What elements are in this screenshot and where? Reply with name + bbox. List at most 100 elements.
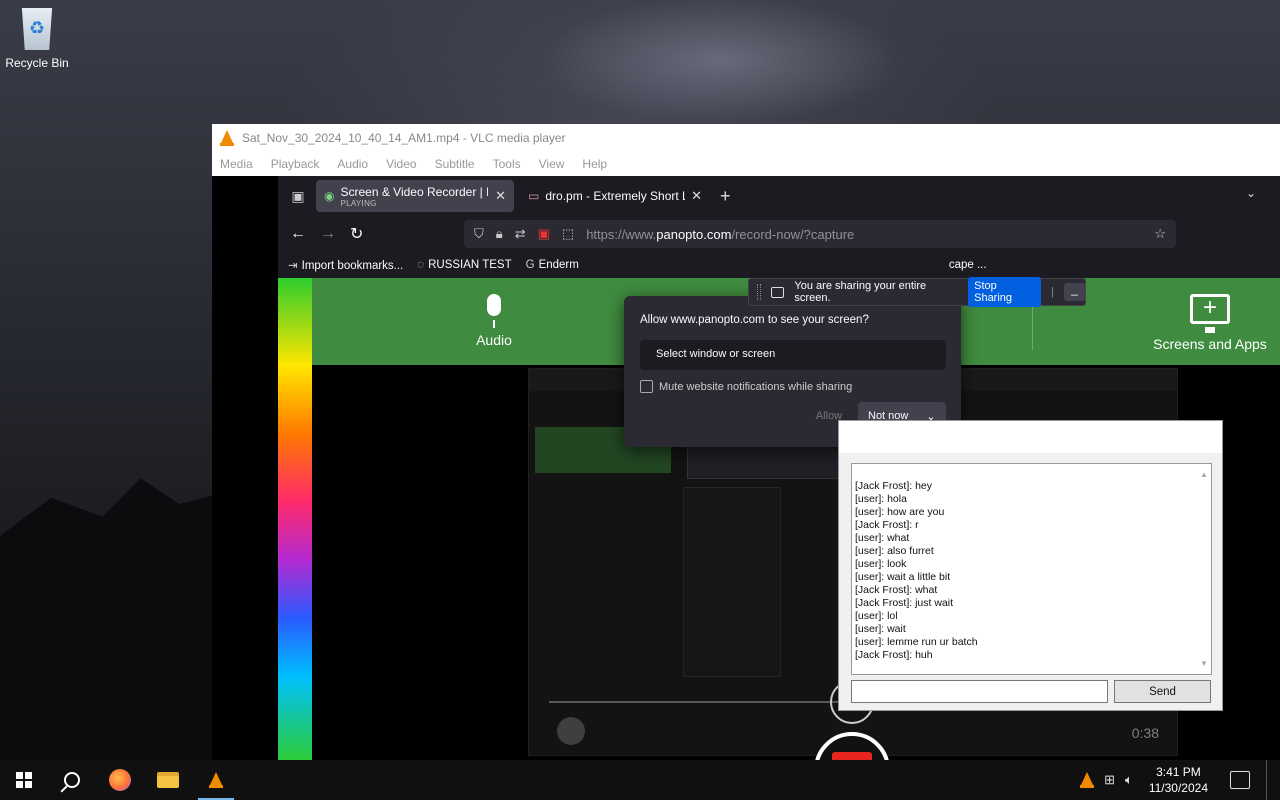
network-icon[interactable]: ⊞ xyxy=(1104,772,1115,788)
search-icon xyxy=(64,772,80,788)
bookmarks-toolbar: ⇥ Import bookmarks... ◌ RUSSIAN TEST G Ende… xyxy=(278,252,1280,278)
chat-message: [Jack Frost]: huh xyxy=(855,649,933,661)
vlc-menu-help[interactable]: Help xyxy=(582,157,607,171)
forward-icon[interactable]: → xyxy=(320,225,336,243)
speaker-icon: ◉ xyxy=(324,189,335,203)
shield-icon: ⛉ xyxy=(474,226,484,241)
vlc-menu-view[interactable]: View xyxy=(539,157,565,171)
chat-scrollbar[interactable]: ▲ ▼ xyxy=(1197,464,1211,674)
screens-and-apps-option[interactable]: Screens and Apps xyxy=(1150,293,1270,352)
chat-message: [user]: how are you xyxy=(855,506,945,518)
vlc-menu-playback[interactable]: Playback xyxy=(271,157,320,171)
vlc-menu-video[interactable]: Video xyxy=(386,157,416,171)
vlc-menu-media[interactable]: Media xyxy=(220,157,253,171)
audio-option[interactable]: Audio xyxy=(454,294,534,348)
start-button[interactable] xyxy=(0,760,48,800)
clock[interactable]: 3:41 PM 11/30/2024 xyxy=(1143,764,1214,796)
chat-message: [user]: hola xyxy=(855,493,907,505)
chat-window: [Jack Frost]: hey [user]: hola [user]: h… xyxy=(838,420,1223,711)
url-bar[interactable]: ⛉ 🔒︎ ⇄ ▣ ⬚ https://www.panopto.com/recor… xyxy=(464,220,1176,248)
vlc-menu-audio[interactable]: Audio xyxy=(337,157,368,171)
chat-titlebar[interactable] xyxy=(839,421,1222,453)
bookmark-enderm[interactable]: G Enderm xyxy=(526,259,579,271)
chat-message: [user]: lol xyxy=(855,610,898,622)
chat-message: [user]: lemme run ur batch xyxy=(855,636,978,648)
taskbar-file-explorer[interactable] xyxy=(144,760,192,800)
vlc-menu-subtitle[interactable]: Subtitle xyxy=(435,157,475,171)
chat-message: [Jack Frost]: hey xyxy=(855,480,933,492)
chat-message-input[interactable] xyxy=(851,680,1108,703)
chat-message: [Jack Frost]: just wait xyxy=(855,597,954,609)
vlc-menu-tools[interactable]: Tools xyxy=(493,157,521,171)
add-screen-icon xyxy=(1190,293,1230,333)
volume-icon[interactable]: 🔈︎ xyxy=(1125,772,1133,788)
url-text[interactable]: https://www.panopto.com/record-now/?capt… xyxy=(586,227,854,242)
vlc-menubar: Media Playback Audio Video Subtitle Tool… xyxy=(212,152,1280,176)
audio-label: Audio xyxy=(476,332,512,348)
bookmark-star-icon[interactable]: ☆ xyxy=(1154,226,1166,242)
taskbar-vlc[interactable] xyxy=(192,760,240,800)
firefox-view-icon[interactable]: ▣ xyxy=(286,184,310,208)
scroll-down-icon[interactable]: ▼ xyxy=(1197,657,1211,670)
permissions-icon[interactable]: ⇄ xyxy=(515,226,526,242)
vlc-titlebar[interactable]: Sat_Nov_30_2024_10_40_14_AM1.mp4 - VLC m… xyxy=(212,124,1280,152)
import-icon: ⇥ xyxy=(288,260,298,272)
bookmark-import[interactable]: ⇥ Import bookmarks... xyxy=(288,258,403,272)
chat-message: [user]: wait a little bit xyxy=(855,571,951,583)
reload-icon[interactable]: ↻ xyxy=(350,224,363,244)
recycle-bin-label: Recycle Bin xyxy=(5,56,69,70)
windows-logo-icon xyxy=(16,772,32,788)
tab-title: dro.pm - Extremely Short Links xyxy=(545,189,685,203)
vlc-tray-icon[interactable] xyxy=(1080,772,1095,788)
microphone-icon xyxy=(487,294,501,328)
tab-close-icon[interactable]: ✕ xyxy=(495,188,506,204)
send-button[interactable]: Send xyxy=(1114,680,1211,703)
clock-time: 3:41 PM xyxy=(1156,765,1201,779)
windows-taskbar: ⊞ 🔈︎ 3:41 PM 11/30/2024 xyxy=(0,760,1280,800)
window-or-screen-select[interactable]: Select window or screen xyxy=(640,340,946,370)
screen-sharing-indicator: You are sharing your entire screen. Stop… xyxy=(748,277,1086,307)
tab-panopto[interactable]: ◉ Screen & Video Recorder | Panopto PLAY… xyxy=(316,180,514,212)
nested-timestamp: 0:38 xyxy=(1131,725,1159,741)
recycle-bin-shortcut[interactable]: Recycle Bin xyxy=(4,8,70,70)
vlc-cone-icon xyxy=(209,772,223,788)
vlc-cone-icon xyxy=(220,130,234,146)
sharing-message: You are sharing your entire screen. xyxy=(794,280,927,304)
permission-title: Allow www.panopto.com to see your screen… xyxy=(640,314,869,326)
mute-checkbox[interactable] xyxy=(640,380,653,393)
system-tray: ⊞ 🔈︎ 3:41 PM 11/30/2024 xyxy=(1080,760,1280,800)
tab-close-icon[interactable]: ✕ xyxy=(691,188,702,204)
stop-sharing-button[interactable]: Stop Sharing xyxy=(968,277,1042,307)
show-desktop-button[interactable] xyxy=(1266,760,1270,800)
share-request-icon[interactable]: ⬚ xyxy=(562,226,574,242)
firefox-tab-strip: ▣ ◉ Screen & Video Recorder | Panopto PL… xyxy=(278,176,1280,216)
lock-icon: 🔒︎ xyxy=(495,226,503,241)
drag-handle-icon[interactable] xyxy=(757,284,761,300)
tab-dropm[interactable]: ▭ dro.pm - Extremely Short Links ✕ xyxy=(520,180,710,212)
new-tab-icon[interactable]: + xyxy=(720,186,731,207)
bookmark-cape[interactable]: cape ... xyxy=(949,259,987,271)
search-button[interactable] xyxy=(48,760,96,800)
bookmark-russian-test[interactable]: ◌ RUSSIAN TEST xyxy=(417,259,511,271)
back-icon[interactable]: ← xyxy=(290,225,306,243)
firefox-icon xyxy=(109,769,131,791)
google-icon: G xyxy=(525,259,535,271)
folder-icon xyxy=(157,772,179,788)
separator: | xyxy=(1051,286,1054,298)
scroll-up-icon[interactable]: ▲ xyxy=(1197,468,1211,481)
tab-title: Screen & Video Recorder | Panopto xyxy=(340,184,488,199)
mute-label: Mute website notifications while sharing xyxy=(659,380,853,393)
chat-message: [user]: what xyxy=(855,532,910,544)
taskbar-firefox[interactable] xyxy=(96,760,144,800)
screen-icon xyxy=(770,286,785,298)
vlc-window-title: Sat_Nov_30_2024_10_40_14_AM1.mp4 - VLC m… xyxy=(242,131,566,145)
chevron-down-icon[interactable]: ⌄ xyxy=(1246,186,1256,200)
mute-notifications-option[interactable]: Mute website notifications while sharing xyxy=(640,380,852,393)
screen-share-icon[interactable]: ▣ xyxy=(538,226,550,242)
minimize-button[interactable]: _ xyxy=(1063,283,1085,301)
notifications-icon[interactable] xyxy=(1230,771,1250,789)
chat-log[interactable]: [Jack Frost]: hey [user]: hola [user]: h… xyxy=(851,463,1212,675)
circle-icon: ◌ xyxy=(417,259,425,271)
clock-date: 11/30/2024 xyxy=(1148,781,1208,795)
recycle-bin-icon xyxy=(21,8,53,50)
